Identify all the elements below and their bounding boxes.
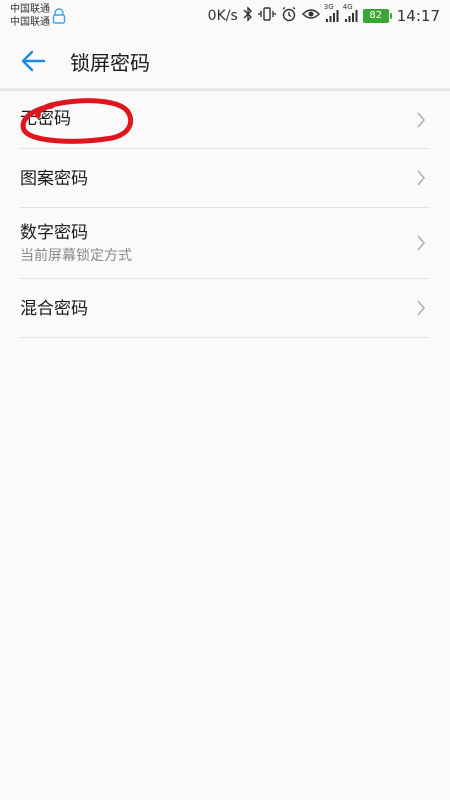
signal-3g-icon: 3G	[324, 3, 339, 23]
current-method-hint: 当前屏幕锁定方式	[20, 248, 132, 264]
chevron-right-icon	[417, 300, 426, 316]
page-title: 锁屏密码	[70, 51, 150, 75]
option-pattern-password[interactable]: 图案密码	[20, 149, 430, 208]
carrier-info: 中国联通 中国联通	[10, 3, 50, 29]
option-pin-password[interactable]: 数字密码 当前屏幕锁定方式	[20, 208, 430, 279]
chevron-right-icon	[417, 235, 426, 251]
option-label: 无密码	[20, 109, 71, 129]
option-no-password[interactable]: 无密码	[20, 91, 430, 149]
battery-icon: 82	[362, 9, 392, 23]
chevron-right-icon	[417, 111, 426, 128]
chevron-right-icon	[417, 170, 426, 186]
carrier-name-1: 中国联通	[10, 4, 50, 15]
option-label: 图案密码	[20, 169, 88, 189]
arrow-left-icon	[21, 50, 46, 72]
wifi-lock-icon	[52, 8, 66, 28]
bluetooth-icon	[243, 6, 253, 26]
option-label: 数字密码	[20, 223, 88, 243]
title-bar: 锁屏密码	[0, 32, 450, 88]
alarm-icon	[281, 6, 297, 26]
battery-level: 82	[362, 9, 389, 23]
clock: 14:17	[396, 7, 440, 25]
signal-4g-icon: 4G	[343, 3, 358, 23]
vibrate-icon	[258, 6, 276, 26]
eye-comfort-icon	[301, 7, 320, 25]
option-label: 混合密码	[20, 299, 88, 319]
lock-options-list: 无密码 图案密码 数字密码 当前屏幕锁定方式 混合密码	[20, 91, 430, 338]
carrier-name-2: 中国联通	[10, 17, 50, 28]
back-button[interactable]	[18, 46, 48, 76]
status-icons: 0K/s 3G 4G 82 14:17	[207, 3, 440, 26]
network-speed: 0K/s	[207, 8, 238, 24]
status-bar: 中国联通 中国联通 0K/s 3G 4G 82 14:17	[0, 0, 450, 32]
option-mixed-password[interactable]: 混合密码	[20, 279, 430, 338]
